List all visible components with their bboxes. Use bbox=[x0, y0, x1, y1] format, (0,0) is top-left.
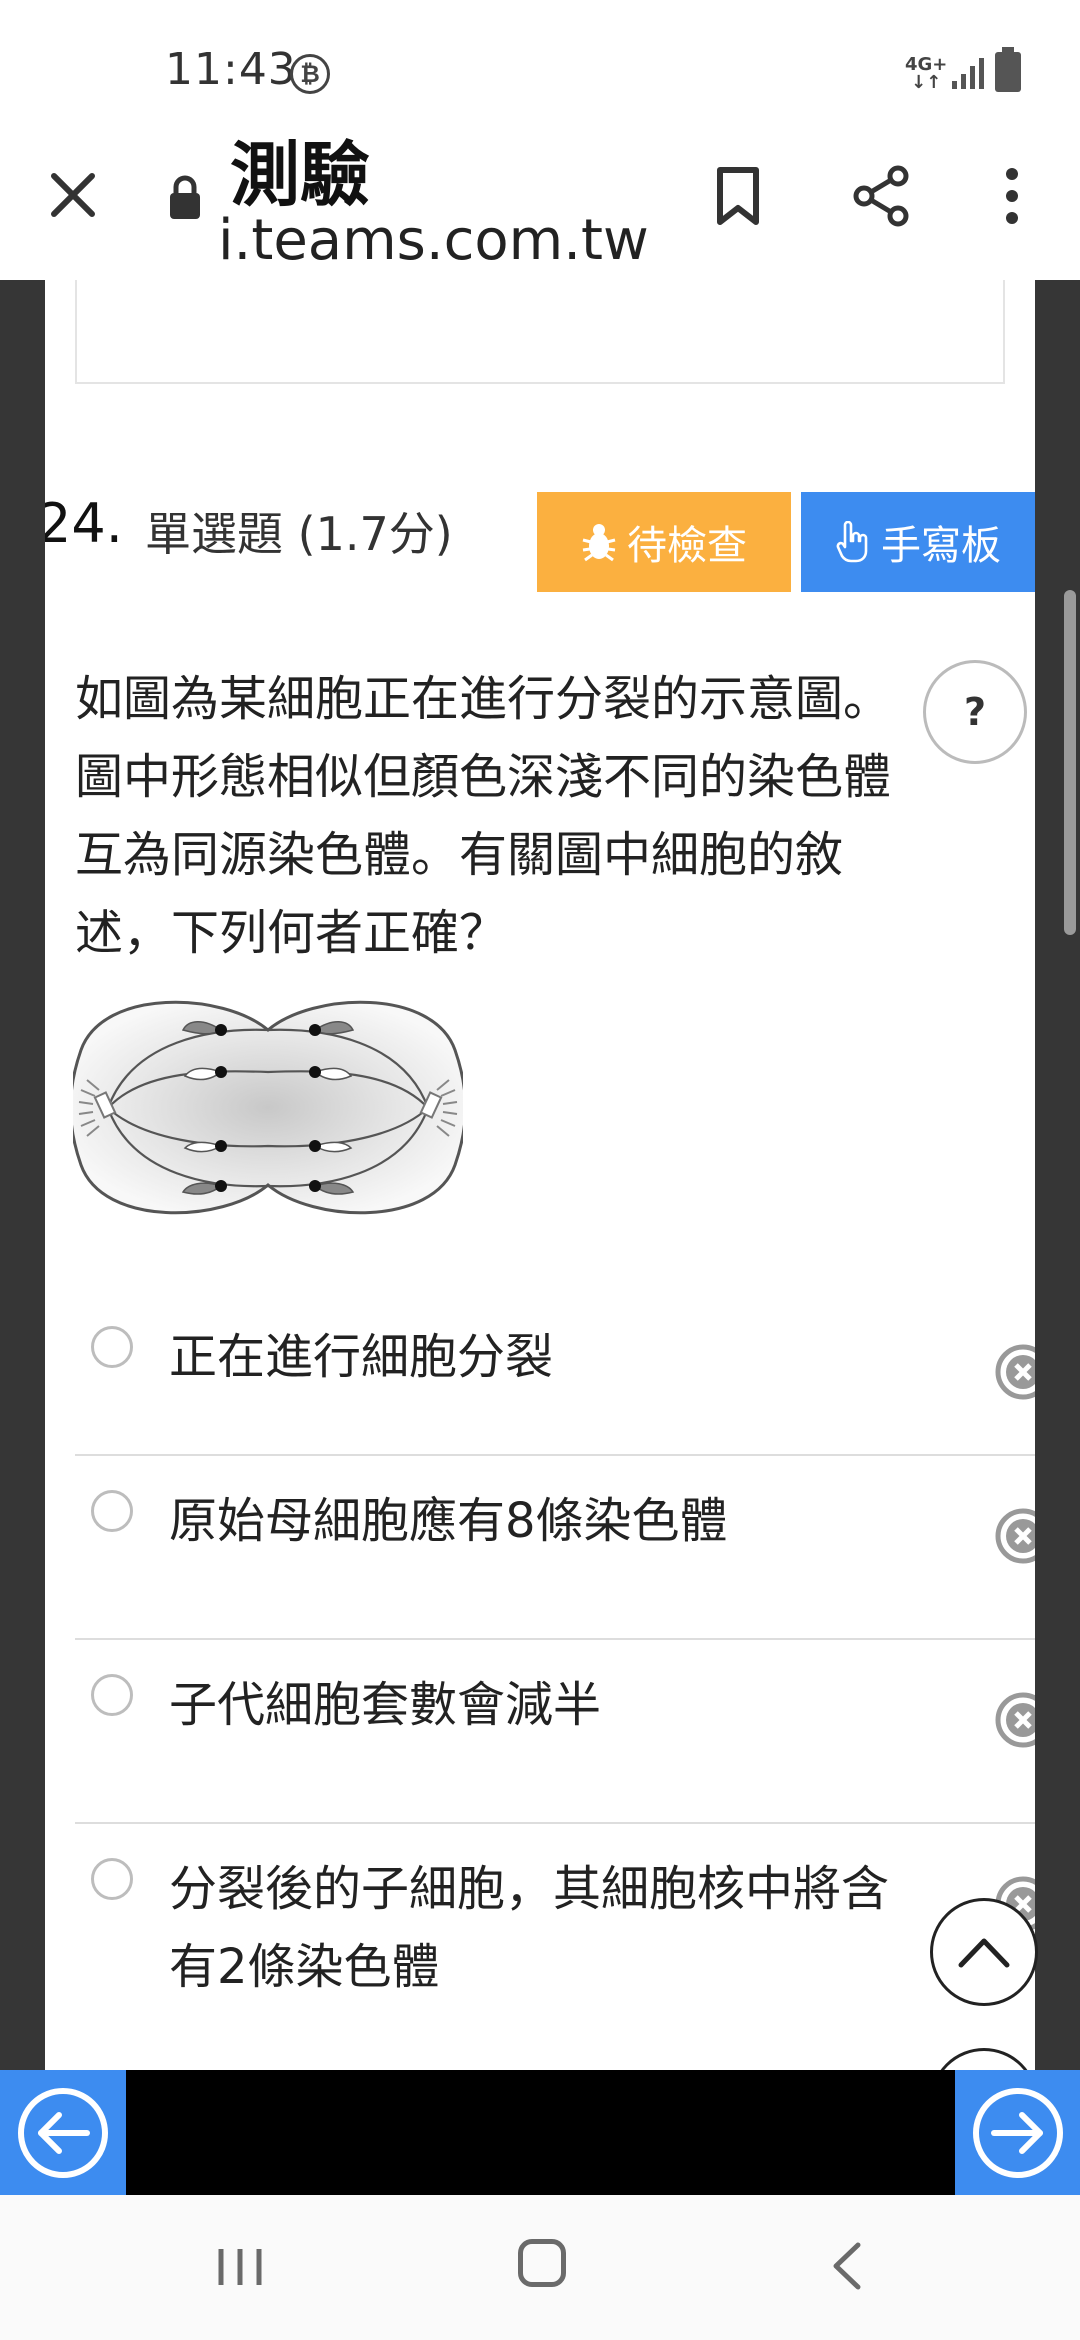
pending-check-label: 待檢查 bbox=[627, 523, 747, 569]
recent-apps-icon[interactable] bbox=[215, 2245, 265, 2289]
clear-circle-icon[interactable] bbox=[995, 1508, 1035, 1564]
option-1[interactable]: 正在進行細胞分裂 bbox=[75, 1292, 1035, 1456]
option-text: 子代細胞套數會減半 bbox=[169, 1677, 602, 1733]
signal-icon bbox=[952, 58, 984, 89]
clear-circle-icon[interactable] bbox=[995, 1344, 1035, 1400]
lock-icon bbox=[170, 175, 200, 219]
back-icon[interactable] bbox=[828, 2241, 864, 2291]
question-text: 如圖為某細胞正在進行分裂的示意圖。圖中形態相似但顏色深淺不同的染色體互為同源染色… bbox=[75, 671, 892, 961]
arrow-right-circle-icon bbox=[972, 2087, 1063, 2178]
hand-pointer-icon bbox=[836, 521, 868, 563]
arrow-left-circle-icon bbox=[18, 2087, 108, 2178]
home-icon[interactable] bbox=[518, 2239, 566, 2287]
network-type: 4G+ ↓↑ bbox=[905, 56, 947, 92]
question-type: 單選題 (1.7分) bbox=[145, 507, 453, 561]
close-icon[interactable] bbox=[48, 170, 98, 220]
handwriting-pad-label: 手寫板 bbox=[881, 523, 1001, 569]
cell-division-figure bbox=[73, 1000, 463, 1215]
network-arrows: ↓↑ bbox=[911, 72, 942, 93]
browser-toolbar: 測驗 i.teams.com.tw bbox=[0, 130, 1080, 280]
more-vertical-icon[interactable] bbox=[1000, 166, 1024, 226]
option-3[interactable]: 子代細胞套數會減半 bbox=[75, 1640, 1035, 1824]
previous-question-button[interactable] bbox=[0, 2070, 126, 2195]
option-radio[interactable] bbox=[91, 1490, 133, 1532]
pending-check-button[interactable]: 待檢查 bbox=[537, 492, 791, 592]
page-url[interactable]: i.teams.com.tw bbox=[218, 206, 658, 276]
option-text: 分裂後的子細胞，其細胞核中將含有2條染色體 bbox=[169, 1861, 890, 1995]
page-scrollbar[interactable] bbox=[1064, 590, 1076, 935]
bookmark-icon[interactable] bbox=[714, 166, 762, 226]
bug-icon bbox=[582, 524, 616, 562]
option-4[interactable]: 分裂後的子細胞，其細胞核中將含有2條染色體 bbox=[75, 1824, 1035, 2070]
bottom-nav-band bbox=[0, 2070, 1080, 2195]
option-text: 原始母細胞應有8條染色體 bbox=[169, 1493, 728, 1549]
option-radio[interactable] bbox=[91, 1858, 133, 1900]
next-question-button[interactable] bbox=[955, 2070, 1080, 2195]
option-radio[interactable] bbox=[91, 1326, 133, 1368]
help-button[interactable]: ? bbox=[923, 660, 1027, 764]
chevron-up-icon bbox=[958, 1938, 1010, 1968]
clear-circle-icon[interactable] bbox=[995, 1692, 1035, 1748]
option-2[interactable]: 原始母細胞應有8條染色體 bbox=[75, 1456, 1035, 1640]
quiz-content: 24. 單選題 (1.7分) 待檢查 手寫板 如圖為某細胞正在進行分裂的示意圖。… bbox=[45, 280, 1035, 2070]
option-text: 正在進行細胞分裂 bbox=[169, 1329, 554, 1385]
scroll-top-button[interactable] bbox=[930, 1898, 1038, 2006]
status-time: 11:43 bbox=[165, 44, 297, 95]
status-bar: 11:43 ₿ 4G+ ↓↑ bbox=[0, 0, 1080, 130]
coin-notification-icon: ₿ bbox=[290, 54, 330, 94]
system-navigation-bar bbox=[0, 2195, 1080, 2340]
option-radio[interactable] bbox=[91, 1674, 133, 1716]
previous-question-card bbox=[75, 280, 1005, 384]
question-number: 24. bbox=[45, 492, 123, 555]
battery-icon bbox=[995, 47, 1021, 92]
share-icon[interactable] bbox=[850, 164, 914, 228]
page-background: 24. 單選題 (1.7分) 待檢查 手寫板 如圖為某細胞正在進行分裂的示意圖。… bbox=[0, 280, 1080, 2070]
page-url-text: i.teams.com.tw bbox=[218, 208, 649, 273]
handwriting-pad-button[interactable]: 手寫板 bbox=[801, 492, 1035, 592]
